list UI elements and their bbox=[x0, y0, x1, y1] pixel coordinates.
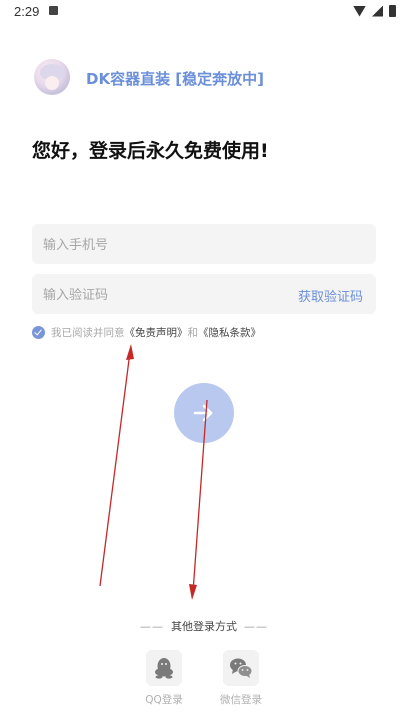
disclaimer-link[interactable]: 《免责声明》 bbox=[125, 325, 188, 340]
agreement-row: 我已阅读并同意 《免责声明》 和 《隐私条款》 bbox=[32, 324, 261, 340]
wechat-icon-tile bbox=[223, 650, 259, 686]
agreement-checkbox[interactable] bbox=[32, 325, 45, 339]
status-time: 2:29 bbox=[14, 4, 40, 19]
arrow-right-icon bbox=[193, 404, 213, 422]
annotation-arrows bbox=[99, 344, 208, 600]
qq-icon-tile bbox=[146, 650, 182, 686]
annotation-arrowhead-up bbox=[126, 344, 134, 360]
wechat-chat-icon bbox=[230, 658, 253, 678]
app-title: DK容器直装 [稳定奔放中] bbox=[86, 70, 265, 88]
qq-penguin-icon bbox=[155, 658, 173, 679]
phone-input[interactable] bbox=[41, 224, 365, 266]
status-icons bbox=[353, 5, 396, 17]
wifi-icon bbox=[353, 5, 366, 17]
code-field-container: 获取验证码 bbox=[32, 274, 376, 316]
phone-field-container bbox=[32, 224, 376, 266]
app-avatar bbox=[34, 59, 70, 95]
wechat-login-label: 微信登录 bbox=[220, 694, 262, 706]
get-code-button[interactable]: 获取验证码 bbox=[298, 286, 363, 305]
qq-login-button[interactable]: QQ登录 bbox=[134, 650, 194, 707]
other-login-dash-left: —— bbox=[140, 620, 164, 633]
other-login-title: —— 其他登录方式 —— bbox=[0, 618, 408, 634]
annotation-arrowhead-down bbox=[189, 584, 197, 600]
privacy-link[interactable]: 《隐私条款》 bbox=[198, 325, 261, 340]
other-login-dash-right: —— bbox=[244, 620, 268, 633]
qq-login-label: QQ登录 bbox=[145, 694, 183, 706]
login-submit-button[interactable] bbox=[174, 383, 234, 443]
wechat-login-button[interactable]: 微信登录 bbox=[211, 650, 271, 707]
other-login-label: 其他登录方式 bbox=[171, 620, 237, 633]
welcome-heading: 您好，登录后永久免费使用! bbox=[32, 140, 269, 162]
status-bar: 2:29 bbox=[0, 0, 408, 24]
annotation-arrow-up bbox=[99, 351, 131, 587]
agreement-prefix: 我已阅读并同意 bbox=[51, 326, 125, 339]
agreement-and: 和 bbox=[187, 326, 199, 339]
verification-code-input[interactable] bbox=[41, 274, 295, 316]
notification-app-icon bbox=[49, 6, 58, 15]
battery-icon bbox=[389, 5, 396, 17]
signal-icon bbox=[372, 5, 383, 17]
